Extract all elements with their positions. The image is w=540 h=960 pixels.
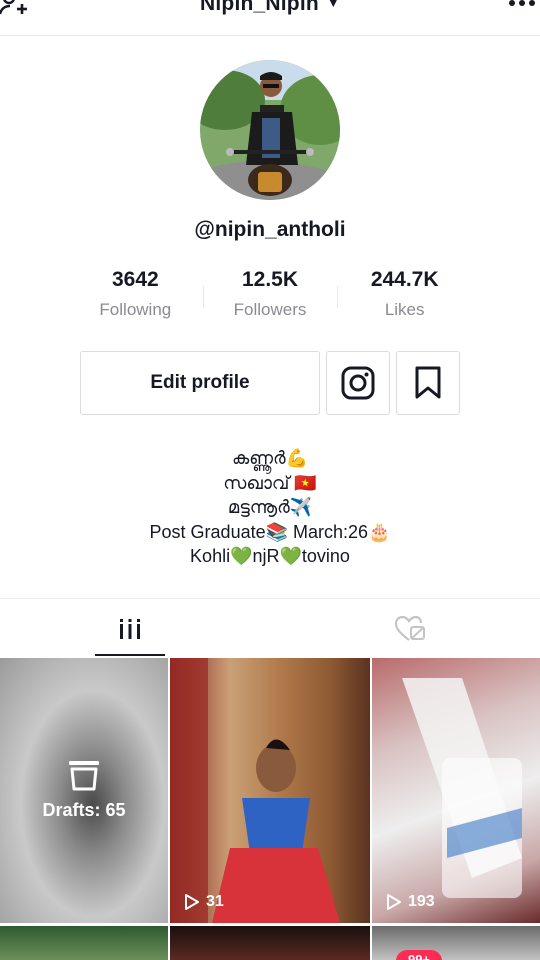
video-tile[interactable]: [170, 926, 370, 960]
video-grid: Drafts: 65 31 193: [0, 658, 540, 960]
stat-following[interactable]: 3642 Following: [68, 268, 203, 332]
video-tile[interactable]: [0, 926, 168, 960]
drafts-label: Drafts: 65: [42, 800, 126, 820]
username-title: Nipin_Nipin: [200, 0, 319, 15]
view-count: 31: [184, 893, 224, 911]
profile-tabs: [0, 598, 540, 658]
video-thumbnail: [170, 658, 340, 923]
tab-liked[interactable]: [380, 599, 440, 658]
view-count-value: 31: [206, 893, 224, 910]
play-icon: [387, 894, 401, 910]
account-switcher[interactable]: Nipin_Nipin ▼: [0, 0, 540, 16]
drafts-tile[interactable]: Drafts: 65: [0, 658, 168, 923]
stat-followers-value: 12.5K: [241, 268, 299, 291]
bio-line: മട്ടന്നൂർ✈️: [227, 497, 313, 517]
top-bar: Nipin_Nipin ▼: [0, 0, 540, 36]
instagram-button[interactable]: [326, 351, 390, 415]
edit-profile-button[interactable]: Edit profile: [80, 351, 320, 415]
video-tile[interactable]: 193: [372, 658, 540, 923]
stat-likes-label: Likes: [384, 300, 425, 319]
drafts-info: Drafts: 65: [0, 758, 168, 821]
active-tab-indicator: [95, 654, 165, 656]
more-dots-icon[interactable]: [508, 0, 536, 10]
drafts-icon: [69, 761, 99, 791]
view-count: 193: [386, 893, 435, 911]
instagram-icon: [341, 366, 375, 400]
grid-bars-icon: [118, 618, 142, 639]
bookmark-icon: [415, 366, 441, 399]
favorites-button[interactable]: [396, 351, 460, 415]
stat-followers[interactable]: 12.5K Followers: [202, 268, 338, 332]
view-count-value: 193: [408, 893, 435, 910]
profile-stats: 3642 Following 12.5K Followers 244.7K Li…: [68, 268, 472, 332]
inbox-badge: 99+: [396, 950, 442, 960]
video-thumbnail: [402, 678, 522, 898]
bio-line: സഖാവ് 🇻🇳: [223, 472, 317, 493]
video-tile[interactable]: 31: [170, 658, 370, 923]
profile-handle: @nipin_antholi: [194, 218, 346, 241]
profile-bio: കണ്ണൂർ💪 സഖാവ് 🇻🇳 മട്ടന്നൂർ✈️ Post Gradua…: [0, 446, 540, 569]
stat-followers-label: Followers: [233, 300, 307, 319]
play-icon: [185, 894, 199, 910]
stat-likes-value: 244.7K: [370, 268, 439, 291]
tab-videos[interactable]: [95, 599, 165, 658]
stat-likes[interactable]: 244.7K Likes: [337, 268, 472, 332]
stat-following-value: 3642: [111, 268, 159, 291]
caret-down-icon: ▼: [326, 0, 340, 10]
stat-following-label: Following: [99, 300, 172, 319]
avatar[interactable]: [200, 60, 340, 200]
liked-heart-icon: [394, 615, 425, 641]
bio-line: Post Graduate📚 March:26🎂: [149, 521, 391, 542]
bio-line: Kohli💚njR💚tovino: [190, 546, 350, 566]
bio-line: കണ്ണൂർ💪: [231, 448, 309, 468]
